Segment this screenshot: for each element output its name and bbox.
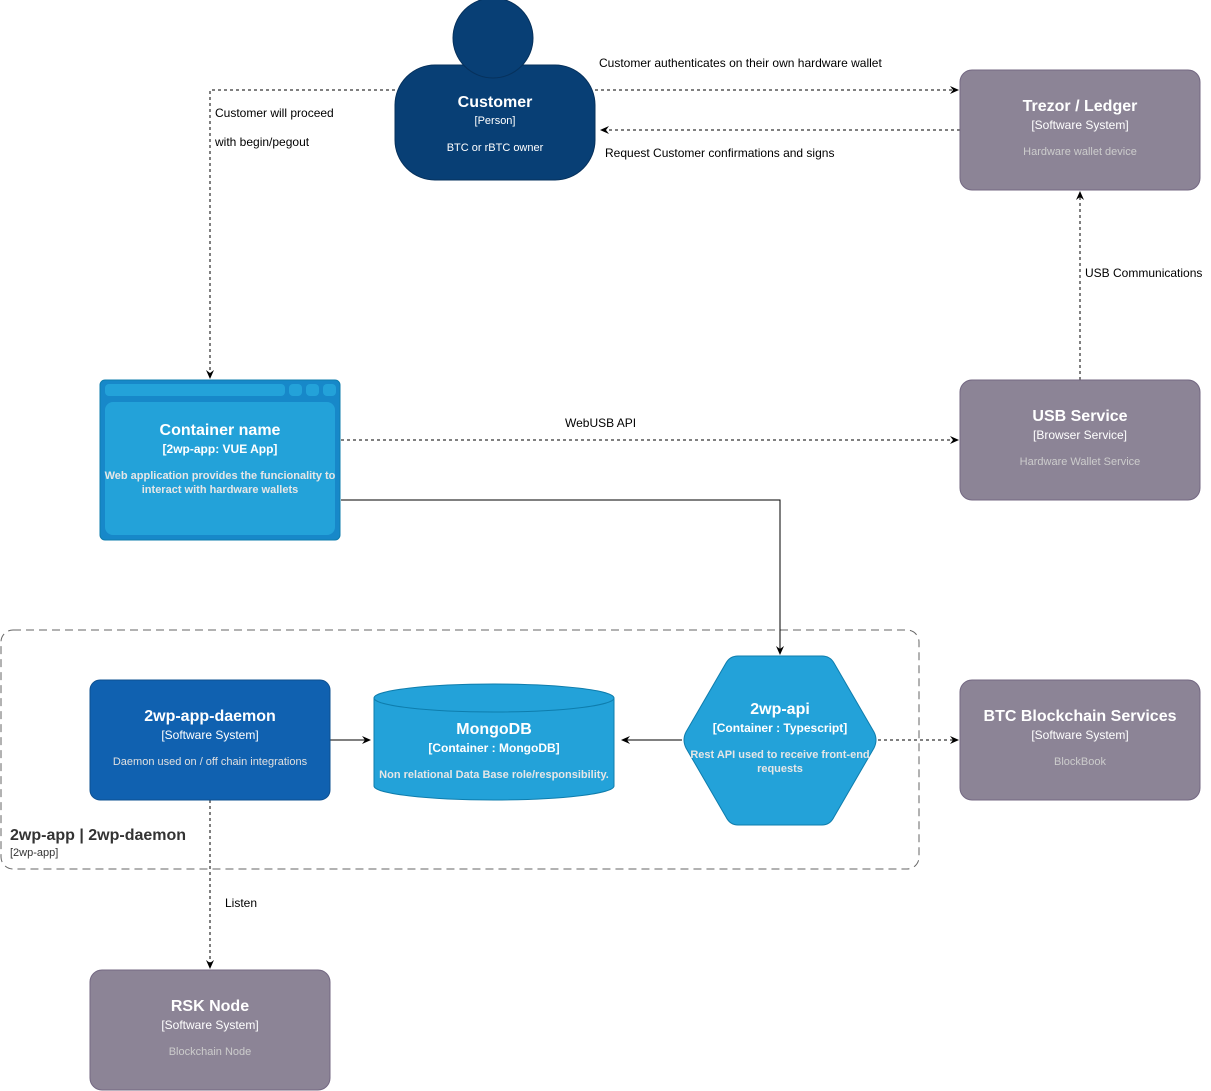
edge-label-trezor-customer: Request Customer confirmations and signs bbox=[605, 146, 835, 160]
edge-webapp-to-api bbox=[341, 499, 784, 655]
webapp-address-bar bbox=[105, 384, 285, 396]
customer-head bbox=[452, 0, 534, 79]
edge-label-daemon-rsk: Listen bbox=[225, 896, 258, 910]
node-webapp[interactable] bbox=[99, 379, 341, 541]
node-customer[interactable] bbox=[394, 0, 596, 181]
node-btc-services[interactable] bbox=[959, 679, 1201, 801]
webapp-window-button bbox=[306, 384, 319, 396]
mongodb-body bbox=[373, 698, 615, 801]
node-trezor[interactable] bbox=[959, 69, 1201, 191]
diagram-canvas bbox=[0, 0, 1201, 1091]
edge-label-customer-webapp-line2: with begin/pegout bbox=[215, 135, 310, 149]
boundary-title: 2wp-app | 2wp-daemon bbox=[10, 827, 187, 844]
node-mongodb[interactable] bbox=[373, 683, 615, 801]
node-rsk[interactable] bbox=[89, 969, 331, 1091]
node-api[interactable] bbox=[683, 655, 877, 826]
edge-label-customer-trezor: Customer authenticates on their own hard… bbox=[599, 56, 882, 70]
edge-label-customer-webapp-line1: Customer will proceed bbox=[215, 106, 334, 120]
webapp-window-button bbox=[289, 384, 302, 396]
edge-label-webapp-usb: WebUSB API bbox=[565, 416, 637, 430]
node-usb-service[interactable] bbox=[959, 379, 1201, 501]
webapp-content bbox=[105, 402, 335, 535]
mongodb-top bbox=[373, 683, 615, 713]
customer-body bbox=[394, 64, 596, 181]
edge-label-usb-trezor: USB Communications bbox=[1085, 266, 1203, 280]
webapp-window-button bbox=[323, 384, 336, 396]
node-daemon[interactable] bbox=[89, 679, 331, 801]
edge-customer-to-webapp bbox=[206, 89, 395, 379]
boundary-subtitle: [2wp-app] bbox=[10, 847, 59, 859]
